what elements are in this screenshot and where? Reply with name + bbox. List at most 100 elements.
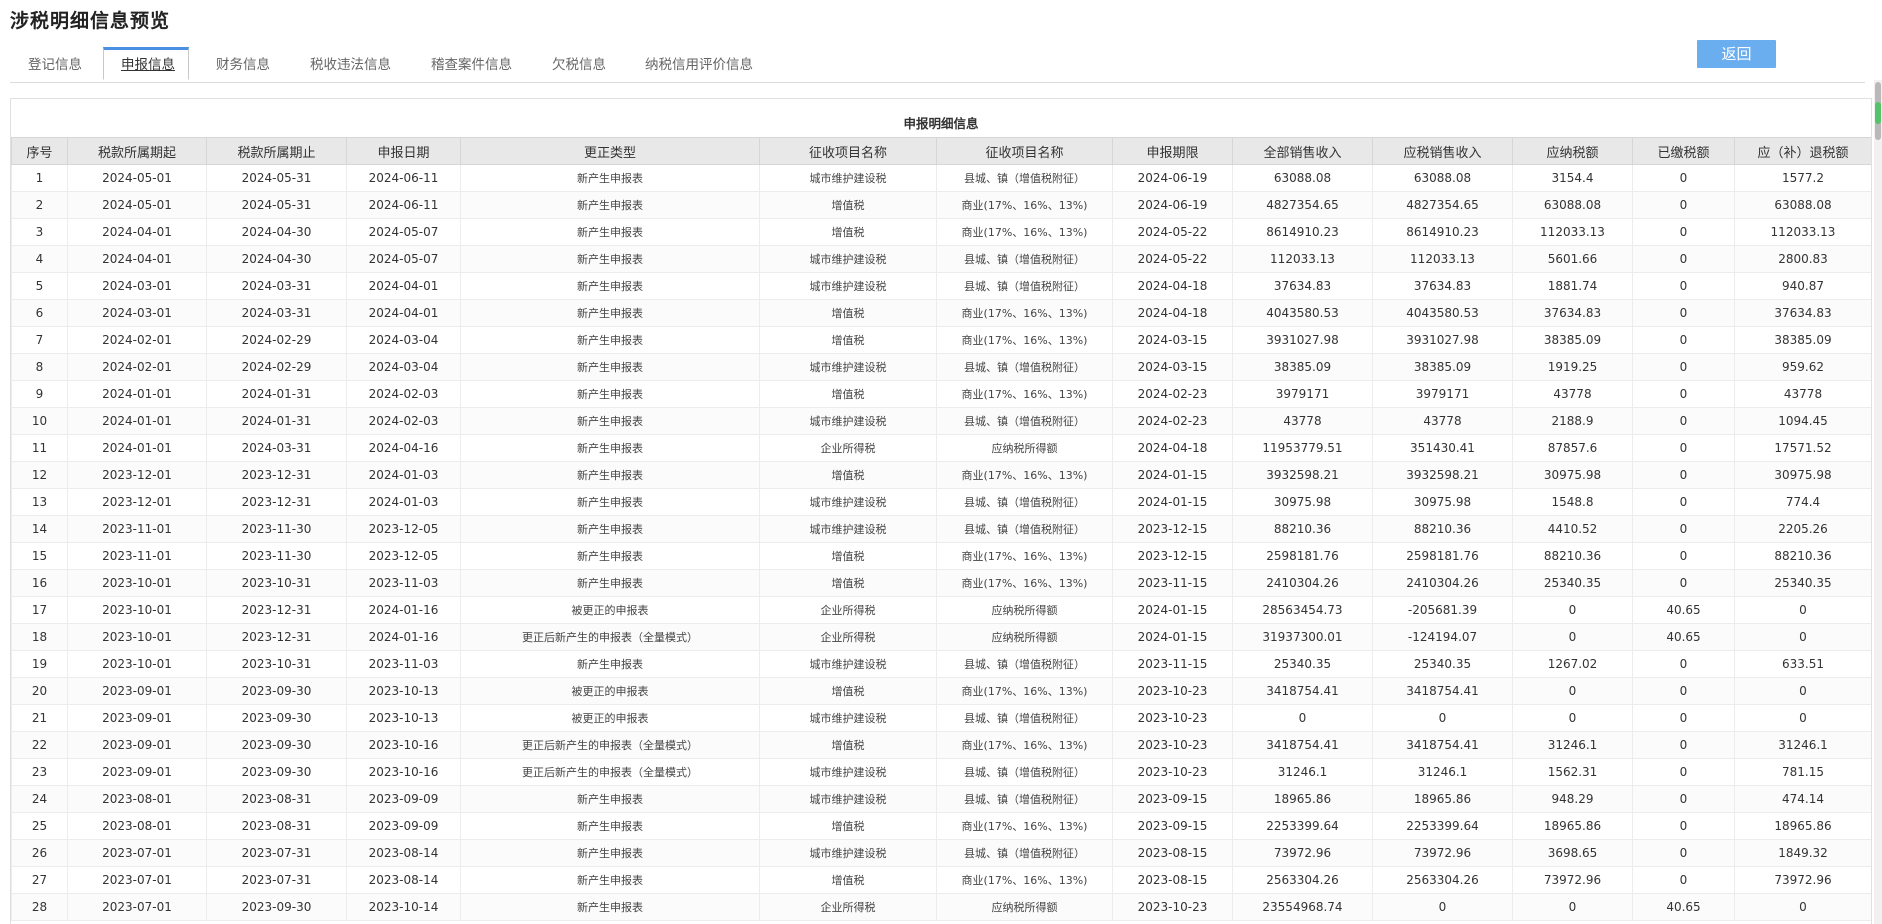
col-header-index[interactable]: 序号 <box>11 137 68 165</box>
cell-index: 2 <box>11 191 68 219</box>
tab-tax-violation-info[interactable]: 税收违法信息 <box>310 48 391 82</box>
table-row[interactable]: 21 2023-09-01 2023-09-30 2023-10-13 被更正的申报表城… <box>11 704 1871 732</box>
cell-levy-item: 企业所得税 <box>759 623 937 651</box>
table-row[interactable]: 23 2023-09-01 2023-09-30 2023-10-16 更正后新产生的申… <box>11 758 1871 786</box>
table-row[interactable]: 6 2024-03-01 2024-03-31 2024-04-01 新产生申报表 增值税… <box>11 299 1871 327</box>
cell-correction-type: 新产生申报表 <box>460 542 760 570</box>
table-row[interactable]: 1 2024-05-01 2024-05-31 2024-06-11 新产生申报表 城市维… <box>11 164 1871 192</box>
table-row[interactable]: 20 2023-09-01 2023-09-30 2023-10-13 被更正的申报表增… <box>11 677 1871 705</box>
col-header-tax-payable[interactable]: 应纳税额 <box>1512 137 1633 165</box>
cell-total-sales: 31937300.01 <box>1232 623 1373 651</box>
cell-tax-paid: 0 <box>1632 218 1735 246</box>
tab-financial-info[interactable]: 财务信息 <box>216 48 270 82</box>
table-row[interactable]: 22 2023-09-01 2023-09-30 2023-10-16 更正后新产生的申… <box>11 731 1871 759</box>
col-header-correction-type[interactable]: 更正类型 <box>460 137 760 165</box>
table-row[interactable]: 7 2024-02-01 2024-02-29 2024-03-04 新产生申报表 增值税… <box>11 326 1871 354</box>
cell-correction-type: 新产生申报表 <box>460 569 760 597</box>
col-header-tax-paid[interactable]: 已缴税额 <box>1632 137 1735 165</box>
cell-declaration-date: 2023-11-03 <box>346 650 461 678</box>
cell-deadline: 2024-04-18 <box>1112 434 1233 462</box>
tab-declaration-info[interactable]: 申报信息 <box>103 47 189 80</box>
cell-tax-paid: 0 <box>1632 812 1735 840</box>
table-row[interactable]: 26 2023-07-01 2023-07-31 2023-08-14 新产生申报表 城市… <box>11 839 1871 867</box>
cell-levy-subitem: 商业(17%、16%、13%) <box>936 299 1113 327</box>
cell-taxable-sales: 88210.36 <box>1372 515 1513 543</box>
cell-total-sales: 88210.36 <box>1232 515 1373 543</box>
cell-tax-payable: 1267.02 <box>1512 650 1633 678</box>
table-row[interactable]: 28 2023-07-01 2023-09-30 2023-10-14 新产生申报表 企业… <box>11 893 1871 921</box>
vertical-scrollbar[interactable] <box>1874 80 1882 924</box>
cell-taxable-sales: 4043580.53 <box>1372 299 1513 327</box>
cell-taxable-sales: 8614910.23 <box>1372 218 1513 246</box>
cell-levy-subitem: 商业(17%、16%、13%) <box>936 542 1113 570</box>
col-header-levy-item[interactable]: 征收项目名称 <box>759 137 937 165</box>
cell-period-start: 2023-08-01 <box>67 785 207 813</box>
back-button[interactable]: 返回 <box>1697 40 1776 68</box>
cell-index: 15 <box>11 542 68 570</box>
cell-tax-payable: 1548.8 <box>1512 488 1633 516</box>
cell-tax-payable: 3698.65 <box>1512 839 1633 867</box>
tab-credit-rating-info[interactable]: 纳税信用评价信息 <box>645 48 753 82</box>
cell-total-sales: 3418754.41 <box>1232 677 1373 705</box>
cell-correction-type: 新产生申报表 <box>460 515 760 543</box>
table-row[interactable]: 12 2023-12-01 2023-12-31 2024-01-03 新产生申报表 增值… <box>11 461 1871 489</box>
table-row[interactable]: 4 2024-04-01 2024-04-30 2024-05-07 新产生申报表 城市维… <box>11 245 1871 273</box>
cell-taxable-sales: 2253399.64 <box>1372 812 1513 840</box>
cell-declaration-date: 2023-12-05 <box>346 515 461 543</box>
table-row[interactable]: 11 2024-01-01 2024-03-31 2024-04-16 新产生申报表 企业… <box>11 434 1871 462</box>
table-row[interactable]: 18 2023-10-01 2023-12-31 2024-01-16 更正后新产生的申… <box>11 623 1871 651</box>
col-header-declaration-date[interactable]: 申报日期 <box>346 137 461 165</box>
col-header-period-end[interactable]: 税款所属期止 <box>206 137 347 165</box>
cell-tax-payable: 4410.52 <box>1512 515 1633 543</box>
cell-declaration-date: 2024-02-03 <box>346 380 461 408</box>
table-row[interactable]: 25 2023-08-01 2023-08-31 2023-09-09 新产生申报表 增值… <box>11 812 1871 840</box>
cell-period-start: 2023-09-01 <box>67 731 207 759</box>
col-header-deadline[interactable]: 申报期限 <box>1112 137 1233 165</box>
col-header-tax-refund-due[interactable]: 应（补）退税额 <box>1734 137 1871 165</box>
table-row[interactable]: 13 2023-12-01 2023-12-31 2024-01-03 新产生申报表 城市… <box>11 488 1871 516</box>
cell-total-sales: 30975.98 <box>1232 488 1373 516</box>
cell-tax-paid: 0 <box>1632 758 1735 786</box>
cell-period-end: 2023-07-31 <box>206 839 347 867</box>
cell-tax-paid: 0 <box>1632 650 1735 678</box>
table-row[interactable]: 19 2023-10-01 2023-10-31 2023-11-03 新产生申报表 城市… <box>11 650 1871 678</box>
tab-registration-info[interactable]: 登记信息 <box>28 48 82 82</box>
cell-tax-paid: 0 <box>1632 488 1735 516</box>
table-row[interactable]: 9 2024-01-01 2024-01-31 2024-02-03 新产生申报表 增值税… <box>11 380 1871 408</box>
table-row[interactable]: 15 2023-11-01 2023-11-30 2023-12-05 新产生申报表 增值… <box>11 542 1871 570</box>
col-header-total-sales[interactable]: 全部销售收入 <box>1232 137 1373 165</box>
table-row[interactable]: 16 2023-10-01 2023-10-31 2023-11-03 新产生申报表 增值… <box>11 569 1871 597</box>
table-row[interactable]: 8 2024-02-01 2024-02-29 2024-03-04 新产生申报表 城市维… <box>11 353 1871 381</box>
cell-correction-type: 新产生申报表 <box>460 245 760 273</box>
col-header-taxable-sales[interactable]: 应税销售收入 <box>1372 137 1513 165</box>
cell-deadline: 2023-08-15 <box>1112 866 1233 894</box>
cell-deadline: 2024-01-15 <box>1112 461 1233 489</box>
cell-index: 28 <box>11 893 68 921</box>
col-header-levy-subitem[interactable]: 征收项目名称 <box>936 137 1113 165</box>
cell-levy-item: 城市维护建设税 <box>759 650 937 678</box>
cell-levy-subitem: 县城、镇（增值税附征） <box>936 272 1113 300</box>
cell-period-end: 2023-11-30 <box>206 515 347 543</box>
cell-tax-refund-due: 88210.36 <box>1734 542 1871 570</box>
cell-deadline: 2023-10-23 <box>1112 704 1233 732</box>
tab-tax-arrears-info[interactable]: 欠税信息 <box>552 48 606 82</box>
cell-total-sales: 63088.08 <box>1232 164 1373 192</box>
cell-declaration-date: 2024-01-03 <box>346 461 461 489</box>
cell-declaration-date: 2023-08-14 <box>346 866 461 894</box>
table-row[interactable]: 24 2023-08-01 2023-08-31 2023-09-09 新产生申报表 城市… <box>11 785 1871 813</box>
cell-index: 7 <box>11 326 68 354</box>
table-row[interactable]: 3 2024-04-01 2024-04-30 2024-05-07 新产生申报表 增值税… <box>11 218 1871 246</box>
cell-tax-paid: 0 <box>1632 380 1735 408</box>
table-row[interactable]: 2 2024-05-01 2024-05-31 2024-06-11 新产生申报表 增值税… <box>11 191 1871 219</box>
cell-correction-type: 新产生申报表 <box>460 434 760 462</box>
tab-inspection-case-info[interactable]: 稽查案件信息 <box>431 48 512 82</box>
col-header-period-start[interactable]: 税款所属期起 <box>67 137 207 165</box>
table-row[interactable]: 27 2023-07-01 2023-07-31 2023-08-14 新产生申报表 增值… <box>11 866 1871 894</box>
cell-deadline: 2024-02-23 <box>1112 380 1233 408</box>
table-row[interactable]: 10 2024-01-01 2024-01-31 2024-02-03 新产生申报表 城市… <box>11 407 1871 435</box>
table-row[interactable]: 14 2023-11-01 2023-11-30 2023-12-05 新产生申报表 城市… <box>11 515 1871 543</box>
cell-declaration-date: 2024-01-16 <box>346 596 461 624</box>
table-row[interactable]: 5 2024-03-01 2024-03-31 2024-04-01 新产生申报表 城市维… <box>11 272 1871 300</box>
table-row[interactable]: 17 2023-10-01 2023-12-31 2024-01-16 被更正的申报表企… <box>11 596 1871 624</box>
cell-taxable-sales: 2563304.26 <box>1372 866 1513 894</box>
